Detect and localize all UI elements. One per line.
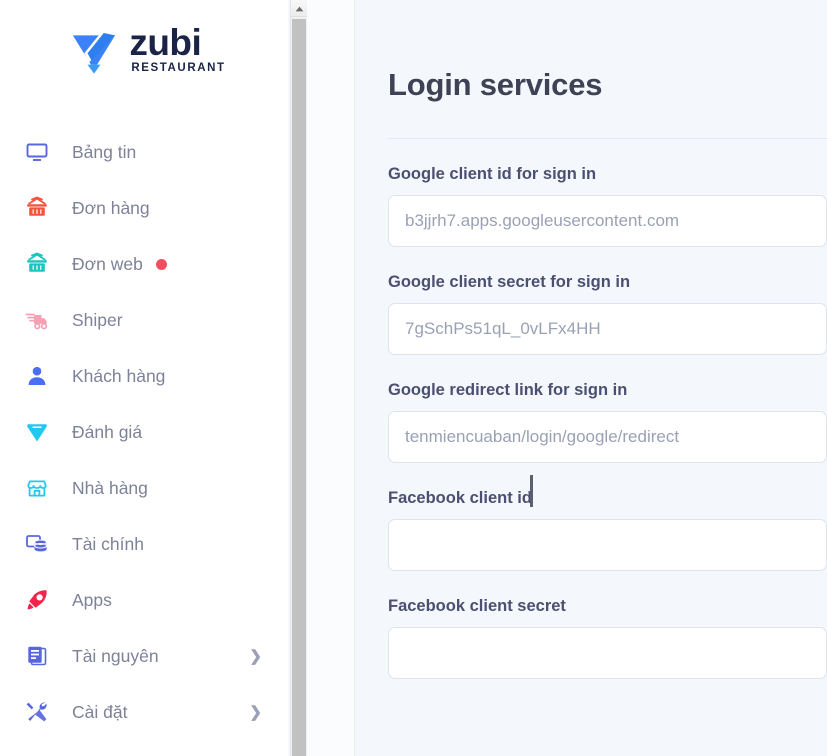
diamond-z-logo-icon [68, 24, 120, 76]
field-google-redirect-link: Google redirect link for sign in tenmien… [355, 355, 827, 463]
sidebar-item-tai-chinh[interactable]: Tài chính [0, 516, 288, 572]
document-list-icon [25, 644, 49, 668]
page-title: Login services [388, 66, 603, 102]
sidebar-item-khach-hang[interactable]: Khách hàng [0, 348, 288, 404]
diamond-icon [25, 420, 49, 444]
sidebar-item-bang-tin[interactable]: Bảng tin [0, 124, 288, 180]
google-redirect-link-input[interactable]: tenmiencuaban/login/google/redirect [388, 410, 827, 463]
sidebar-item-label: Đánh giá [72, 421, 143, 442]
sidebar-item-badge-dot [155, 258, 167, 270]
brand-logo[interactable]: zubi RESTAURANT [0, 0, 288, 100]
google-client-id-input[interactable]: b3jjrh7.apps.googleusercontent.com [388, 194, 827, 247]
field-label: Facebook client id [388, 488, 532, 507]
sidebar-item-label: Tài nguyên [72, 645, 159, 666]
sidebar-item-tai-nguyen[interactable]: Tài nguyên ❯ [0, 628, 288, 684]
scrollbar-thumb[interactable] [292, 19, 306, 756]
field-google-client-id: Google client id for sign in b3jjrh7.app… [355, 139, 827, 247]
rocket-icon [25, 588, 49, 612]
field-facebook-client-secret: Facebook client secret [355, 571, 827, 679]
chevron-up-icon [295, 0, 304, 17]
sidebar-nav: Bảng tin Đơn hàng Đơn web Shiper Khách h… [0, 124, 288, 740]
scroll-up-button[interactable] [291, 0, 307, 17]
field-label: Google redirect link for sign in [388, 380, 628, 399]
field-facebook-client-id: Facebook client id [355, 463, 827, 571]
shopping-basket-icon [25, 252, 49, 276]
field-label: Facebook client secret [388, 596, 566, 615]
brand-name: zubi [129, 22, 202, 64]
vertical-scrollbar[interactable] [290, 0, 307, 756]
sidebar-item-label: Tài chính [72, 533, 144, 554]
tools-icon [25, 700, 49, 724]
brand-tagline: RESTAURANT [131, 62, 226, 75]
sidebar-item-label: Nhà hàng [72, 477, 148, 498]
shopping-basket-icon [25, 196, 49, 220]
input-placeholder: 7gSchPs51qL_0vLFx4HH [405, 318, 601, 338]
facebook-client-secret-input[interactable] [388, 626, 827, 679]
field-google-client-secret: Google client secret for sign in 7gSchPs… [355, 247, 827, 355]
input-placeholder: tenmiencuaban/login/google/redirect [405, 426, 680, 446]
sidebar-item-don-web[interactable]: Đơn web [0, 236, 288, 292]
sidebar-item-apps[interactable]: Apps [0, 572, 288, 628]
sidebar-item-label: Shiper [72, 309, 123, 330]
field-label: Google client id for sign in [388, 164, 597, 183]
input-placeholder: b3jjrh7.apps.googleusercontent.com [405, 210, 680, 230]
sidebar-item-danh-gia[interactable]: Đánh giá [0, 404, 288, 460]
app-root: zubi RESTAURANT Bảng tin Đơn hàng Đơn we… [0, 0, 827, 756]
sidebar-item-don-hang[interactable]: Đơn hàng [0, 180, 288, 236]
facebook-client-id-input[interactable] [388, 518, 827, 571]
sidebar-item-label: Khách hàng [72, 365, 166, 386]
sidebar-item-cai-dat[interactable]: Cài đặt ❯ [0, 684, 288, 740]
monitor-icon [25, 140, 49, 164]
user-icon [25, 364, 49, 388]
sidebar-item-nha-hang[interactable]: Nhà hàng [0, 460, 288, 516]
sidebar-item-label: Cài đặt [72, 701, 128, 722]
storefront-icon [25, 476, 49, 500]
chevron-right-icon: ❯ [249, 703, 262, 721]
sidebar-item-label: Bảng tin [72, 141, 137, 162]
chevron-right-icon: ❯ [249, 647, 262, 665]
delivery-truck-icon [25, 308, 49, 332]
google-client-secret-input[interactable]: 7gSchPs51qL_0vLFx4HH [388, 302, 827, 355]
main-content: Login services Google client id for sign… [355, 0, 827, 756]
sidebar-item-label: Đơn web [72, 253, 143, 274]
sidebar-item-label: Apps [72, 589, 112, 610]
database-coins-icon [25, 532, 49, 556]
field-label: Google client secret for sign in [388, 272, 631, 291]
sidebar-item-shiper[interactable]: Shiper [0, 292, 288, 348]
sidebar-item-label: Đơn hàng [72, 197, 150, 218]
sidebar: zubi RESTAURANT Bảng tin Đơn hàng Đơn we… [0, 0, 288, 756]
content-gutter [307, 0, 355, 756]
